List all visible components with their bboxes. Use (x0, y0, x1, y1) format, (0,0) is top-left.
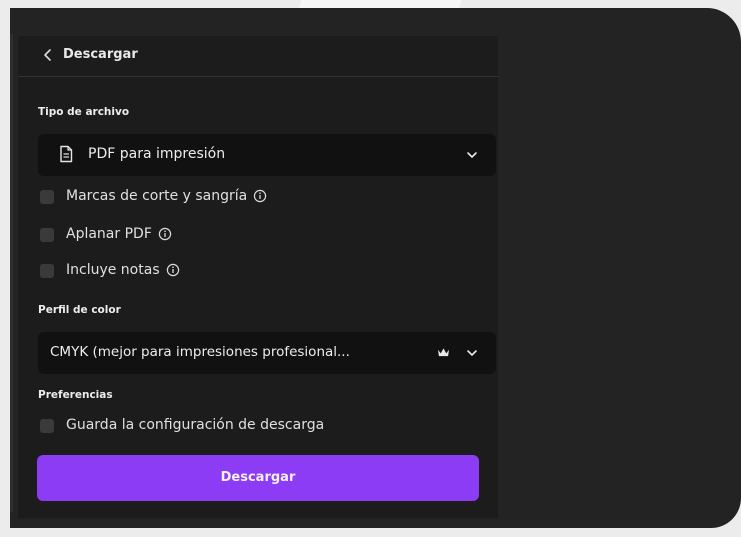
window-edge (10, 34, 13, 512)
file-type-label: Tipo de archivo (38, 106, 130, 118)
panel-title: Descargar (63, 47, 138, 62)
back-chevron-icon[interactable] (40, 46, 56, 64)
download-panel: Descargar Tipo de archivo PDF para impre… (18, 36, 498, 518)
document-icon (60, 145, 73, 163)
preferences-label: Preferencias (38, 389, 113, 401)
info-icon[interactable] (158, 227, 172, 241)
info-icon[interactable] (253, 189, 267, 203)
color-profile-label: Perfil de color (38, 304, 121, 316)
download-button[interactable]: Descargar (37, 455, 479, 501)
include-notes-checkbox[interactable] (40, 264, 54, 278)
flatten-pdf-label: Aplanar PDF (66, 226, 172, 242)
crop-marks-label: Marcas de corte y sangría (66, 188, 267, 204)
color-profile-value: CMYK (mejor para impresiones profesional… (50, 344, 350, 360)
info-icon[interactable] (166, 263, 180, 277)
save-settings-label: Guarda la configuración de descarga (66, 417, 325, 433)
file-type-value: PDF para impresión (88, 146, 226, 162)
color-profile-select[interactable]: CMYK (mejor para impresiones profesional… (38, 332, 496, 374)
crop-marks-checkbox[interactable] (40, 190, 54, 204)
save-settings-checkbox[interactable] (40, 419, 54, 433)
crown-icon (438, 348, 449, 357)
include-notes-label: Incluye notas (66, 262, 180, 278)
file-type-select[interactable]: PDF para impresión (38, 134, 496, 176)
chevron-down-icon (467, 152, 477, 158)
flatten-pdf-checkbox[interactable] (40, 228, 54, 242)
panel-header: Descargar (18, 36, 498, 77)
chevron-down-icon (467, 350, 477, 356)
